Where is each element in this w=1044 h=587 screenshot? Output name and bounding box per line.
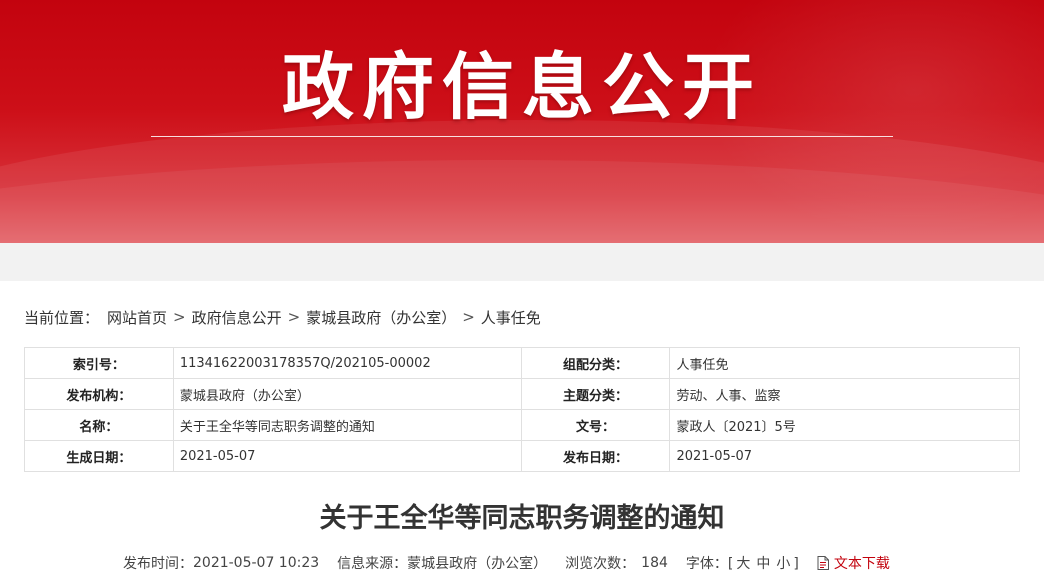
views-label: 浏览次数：: [565, 556, 636, 572]
article-info-bar: 发布时间： 2021-05-07 10:23 信息来源： 蒙城县政府（办公室） …: [123, 553, 890, 573]
font-size-label: 字体：[: [685, 556, 734, 572]
breadcrumb-separator: >: [462, 308, 475, 326]
metadata-row: 索引号： 11341622003178357Q/202105-00002 组配分…: [24, 347, 1020, 379]
text-download-link[interactable]: 文本下载: [817, 553, 890, 573]
views-count: 184: [641, 555, 668, 571]
text-download-label: 文本下载: [833, 556, 890, 572]
breadcrumb-link-office[interactable]: 蒙城县政府（办公室）: [306, 307, 456, 328]
banner-divider: [151, 136, 893, 137]
publish-date-label: 发布日期：: [520, 440, 671, 472]
breadcrumb-link-personnel[interactable]: 人事任免: [481, 307, 541, 328]
created-date-label: 生成日期：: [24, 440, 174, 472]
font-size-close: ]: [793, 556, 799, 572]
document-icon: [817, 556, 829, 570]
category-value: 人事任免: [669, 347, 1020, 379]
name-label: 名称：: [24, 409, 174, 441]
font-size-small-button[interactable]: 小: [776, 556, 790, 572]
document-number-label: 文号：: [520, 409, 671, 441]
metadata-row: 生成日期： 2021-05-07 发布日期： 2021-05-07: [24, 440, 1020, 472]
source-value: 蒙城县政府（办公室）: [407, 556, 548, 572]
breadcrumb-label: 当前位置：: [24, 308, 100, 327]
document-number-value: 蒙政人〔2021〕5号: [669, 409, 1020, 441]
breadcrumb-separator: >: [287, 308, 301, 326]
breadcrumb: 当前位置： 网站首页 > 政府信息公开 > 蒙城县政府（办公室） > 人事任免: [24, 306, 541, 328]
nav-band: [0, 243, 1044, 281]
font-size-medium-button[interactable]: 中: [756, 556, 770, 572]
topic-value: 劳动、人事、监察: [669, 378, 1020, 410]
metadata-row: 发布机构： 蒙城县政府（办公室） 主题分类： 劳动、人事、监察: [24, 378, 1020, 410]
publish-time-value: 2021-05-07 10:23: [193, 555, 320, 571]
font-size-control: 字体：[大中小]: [686, 553, 799, 573]
font-size-large-button[interactable]: 大: [736, 556, 750, 572]
header-banner: 政府信息公开: [0, 0, 1044, 243]
publisher-label: 发布机构：: [24, 378, 174, 410]
topic-label: 主题分类：: [520, 378, 671, 410]
breadcrumb-separator: >: [173, 308, 186, 326]
created-date-value: 2021-05-07: [172, 440, 522, 472]
article-title: 关于王全华等同志职务调整的通知: [319, 503, 725, 534]
publish-date-value: 2021-05-07: [669, 440, 1020, 472]
breadcrumb-link-gov-info[interactable]: 政府信息公开: [192, 307, 282, 328]
banner-title: 政府信息公开: [281, 45, 762, 129]
publish-time-label: 发布时间：: [123, 556, 193, 572]
index-number-value: 11341622003178357Q/202105-00002: [172, 347, 522, 379]
document-metadata-table: 索引号： 11341622003178357Q/202105-00002 组配分…: [24, 347, 1020, 472]
metadata-row: 名称： 关于王全华等同志职务调整的通知 文号： 蒙政人〔2021〕5号: [24, 409, 1020, 441]
name-value: 关于王全华等同志职务调整的通知: [172, 409, 522, 441]
publisher-value: 蒙城县政府（办公室）: [172, 378, 522, 410]
category-label: 组配分类：: [520, 347, 671, 379]
index-number-label: 索引号：: [24, 347, 174, 379]
breadcrumb-link-home[interactable]: 网站首页: [107, 307, 167, 328]
source-label: 信息来源：: [337, 556, 408, 572]
